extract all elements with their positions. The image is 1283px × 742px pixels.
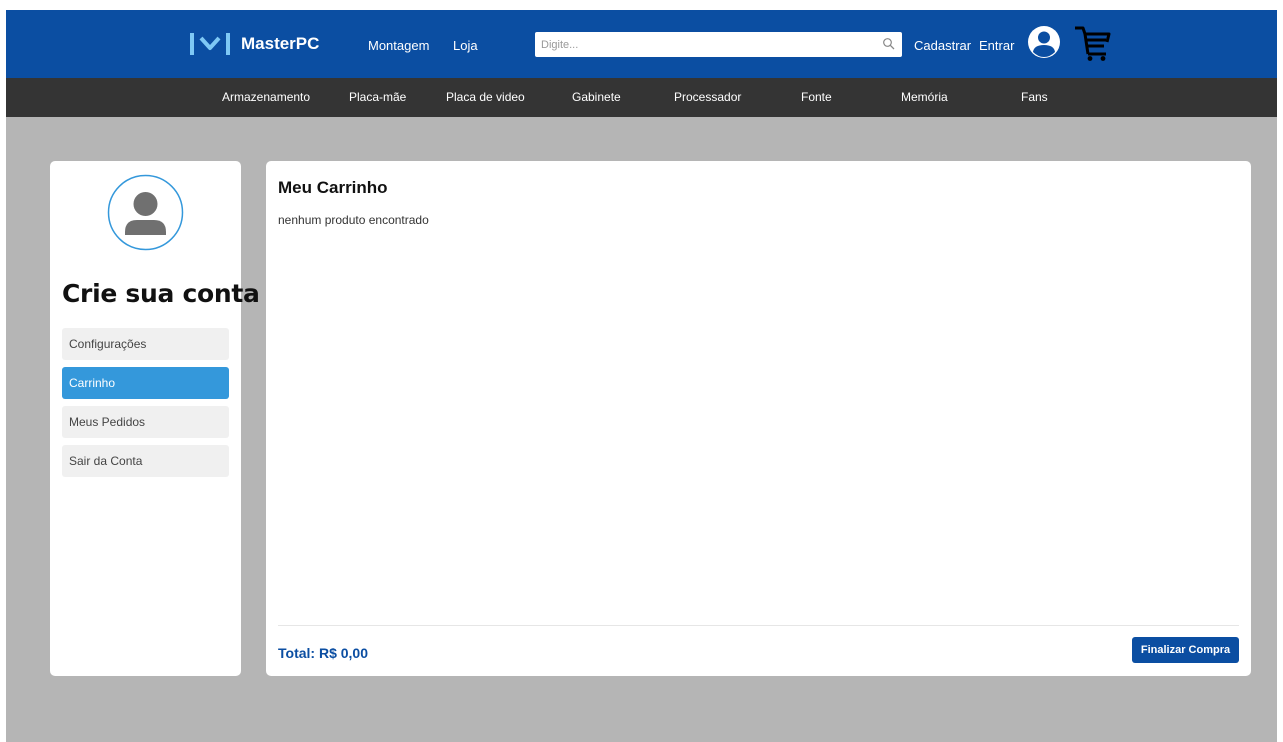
cart-title: Meu Carrinho (278, 178, 388, 197)
total-value: 0,00 (340, 645, 368, 661)
category-fans[interactable]: Fans (1021, 90, 1048, 104)
sidebar-item-configuracoes[interactable]: Configurações (62, 328, 229, 360)
empty-cart-message: nenhum produto encontrado (278, 213, 429, 227)
nav-montagem[interactable]: Montagem (368, 38, 429, 53)
category-armazenamento[interactable]: Armazenamento (222, 90, 310, 104)
sidebar-item-carrinho[interactable]: Carrinho (62, 367, 229, 399)
user-icon[interactable] (1027, 25, 1061, 59)
cart-total: Total: R$ 0,00 (278, 645, 368, 661)
page-background: MasterPC Montagem Loja Cadastrar Entrar (6, 10, 1277, 742)
category-memoria[interactable]: Memória (901, 90, 948, 104)
search-bar (535, 32, 902, 57)
category-gabinete[interactable]: Gabinete (572, 90, 621, 104)
login-link[interactable]: Entrar (979, 38, 1014, 53)
category-processador[interactable]: Processador (674, 90, 741, 104)
avatar-icon (107, 174, 184, 251)
category-placa-mae[interactable]: Placa-mãe (349, 90, 406, 104)
search-input[interactable] (535, 32, 875, 57)
brand-name[interactable]: MasterPC (241, 34, 319, 54)
divider (278, 625, 1239, 626)
category-bar: Armazenamento Placa-mãe Placa de video G… (6, 78, 1277, 117)
category-placa-de-video[interactable]: Placa de video (446, 90, 525, 104)
account-sidebar: Crie sua conta Configurações Carrinho Me… (50, 161, 260, 676)
logo-icon[interactable] (190, 30, 230, 58)
category-fonte[interactable]: Fonte (801, 90, 832, 104)
nav-loja[interactable]: Loja (453, 38, 478, 53)
checkout-button[interactable]: Finalizar Compra (1132, 637, 1239, 663)
total-label: Total: R$ (278, 645, 337, 661)
sidebar-item-sair-da-conta[interactable]: Sair da Conta (62, 445, 229, 477)
cart-panel: Meu Carrinho nenhum produto encontrado T… (266, 161, 1251, 676)
sidebar-title: Crie sua conta (62, 279, 260, 308)
search-icon[interactable] (882, 37, 896, 51)
top-header: MasterPC Montagem Loja Cadastrar Entrar (6, 10, 1277, 78)
cart-icon[interactable] (1073, 24, 1115, 62)
signup-link[interactable]: Cadastrar (914, 38, 971, 53)
sidebar-item-meus-pedidos[interactable]: Meus Pedidos (62, 406, 229, 438)
